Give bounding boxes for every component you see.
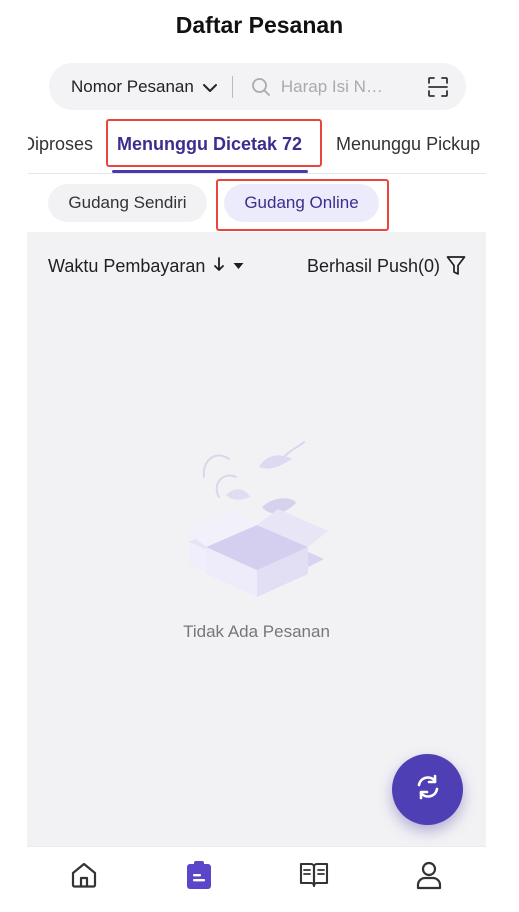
scan-icon[interactable] <box>426 75 450 104</box>
nav-profile[interactable] <box>412 860 446 894</box>
tab-menunggu-pickup[interactable]: Menunggu Pickup <box>336 134 480 155</box>
search-input[interactable] <box>280 76 393 97</box>
empty-state-text: Tidak Ada Pesanan <box>183 622 330 641</box>
refresh-button[interactable] <box>392 754 463 825</box>
active-tab-indicator <box>112 170 308 173</box>
nav-guide[interactable] <box>297 860 331 894</box>
search-type-dropdown[interactable]: Nomor Pesanan <box>49 76 218 98</box>
tab-diproses[interactable]: Diproses <box>28 134 93 155</box>
filter-icon[interactable] <box>446 255 466 277</box>
push-filter[interactable]: Berhasil Push(0) <box>307 255 466 277</box>
sort-label: Waktu Pembayaran <box>48 255 206 276</box>
chip-gudang-sendiri[interactable]: Gudang Sendiri <box>48 184 207 222</box>
search-divider <box>231 75 233 98</box>
orders-icon <box>185 860 213 895</box>
bottom-nav <box>27 846 486 912</box>
book-icon <box>299 861 329 894</box>
sort-bar: Waktu Pembayaran Berhasil Push(0) <box>48 252 466 280</box>
highlight-box-chip <box>216 179 389 231</box>
refresh-icon <box>413 772 443 807</box>
sort-dropdown[interactable]: Waktu Pembayaran <box>48 256 244 277</box>
nav-home[interactable] <box>67 860 101 894</box>
page-title: Daftar Pesanan <box>175 12 344 38</box>
chevron-down-icon <box>202 78 218 98</box>
highlight-box-tab <box>106 119 322 167</box>
search-icon <box>251 77 271 97</box>
user-icon <box>415 860 443 895</box>
arrow-down-icon <box>213 256 225 277</box>
home-icon <box>69 860 99 895</box>
empty-box-illustration <box>184 437 330 602</box>
search-type-label: Nomor Pesanan <box>71 76 194 96</box>
nav-orders[interactable] <box>182 860 216 894</box>
push-status-label: Berhasil Push(0) <box>306 255 440 276</box>
search-bar: Nomor Pesanan <box>49 63 466 110</box>
caret-down-icon <box>233 259 244 273</box>
order-list-area: Waktu Pembayaran Berhasil Push(0) Tidak … <box>27 232 486 846</box>
